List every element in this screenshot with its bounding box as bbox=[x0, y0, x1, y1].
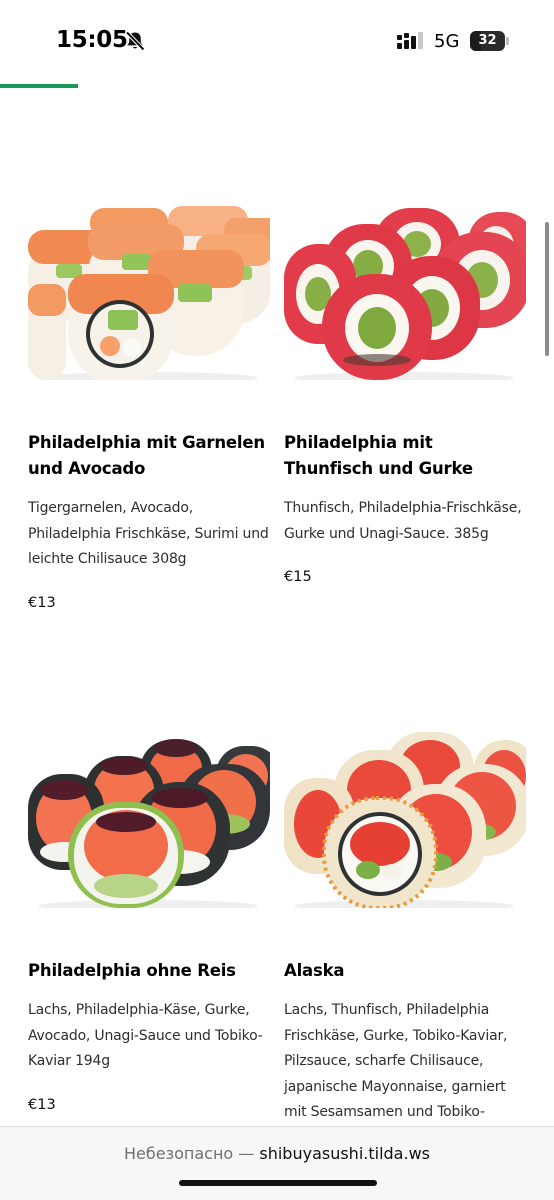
product-image[interactable] bbox=[28, 728, 270, 908]
status-bar: 15:05 5G 32 bbox=[0, 0, 554, 84]
product-description: Lachs, Philadelphia-Käse, Gurke, Avocado… bbox=[28, 1002, 263, 1069]
product-card[interactable]: Alaska Lachs, Thunfisch, Philadelphia Fr… bbox=[284, 728, 526, 1151]
network-type: 5G bbox=[434, 31, 460, 52]
product-card[interactable]: Philadelphia mit Thunfisch und Gurke Thu… bbox=[284, 200, 526, 585]
scroll-indicator[interactable] bbox=[545, 222, 549, 356]
product-title[interactable]: Philadelphia mit Garnelen und Avocado bbox=[28, 430, 270, 482]
product-card[interactable]: Philadelphia mit Garnelen und Avocado Ti… bbox=[28, 200, 270, 611]
battery-icon: 32 bbox=[470, 31, 510, 51]
product-description: Thunfisch, Philadelphia-Frischkäse, Gurk… bbox=[284, 500, 522, 542]
security-warning: Небезопасно — bbox=[124, 1144, 255, 1163]
browser-url-bar[interactable]: Небезопасно — shibuyasushi.tilda.ws bbox=[0, 1126, 554, 1200]
status-time: 15:05 bbox=[56, 27, 128, 53]
battery-percentage: 32 bbox=[478, 33, 497, 48]
product-title[interactable]: Alaska bbox=[284, 958, 526, 984]
product-card[interactable]: Philadelphia ohne Reis Lachs, Philadelph… bbox=[28, 728, 270, 1113]
product-title[interactable]: Philadelphia ohne Reis bbox=[28, 958, 270, 984]
product-price: €15 bbox=[284, 569, 312, 585]
product-image[interactable] bbox=[284, 728, 526, 908]
product-description: Tigergarnelen, Avocado, Philadelphia Fri… bbox=[28, 500, 269, 567]
url-text[interactable]: Небезопасно — shibuyasushi.tilda.ws bbox=[0, 1144, 554, 1163]
page-loading-bar bbox=[0, 84, 554, 88]
product-price: €13 bbox=[28, 594, 56, 611]
home-indicator[interactable] bbox=[179, 1180, 377, 1186]
bell-slash-icon bbox=[125, 31, 145, 51]
product-image[interactable] bbox=[28, 200, 270, 380]
product-image[interactable] bbox=[284, 200, 526, 380]
page-loading-bar-fill bbox=[0, 84, 78, 88]
product-price: €13 bbox=[28, 1096, 56, 1113]
product-title[interactable]: Philadelphia mit Thunfisch und Gurke bbox=[284, 430, 526, 482]
url-domain[interactable]: shibuyasushi.tilda.ws bbox=[259, 1144, 430, 1163]
signal-icon bbox=[397, 32, 423, 49]
